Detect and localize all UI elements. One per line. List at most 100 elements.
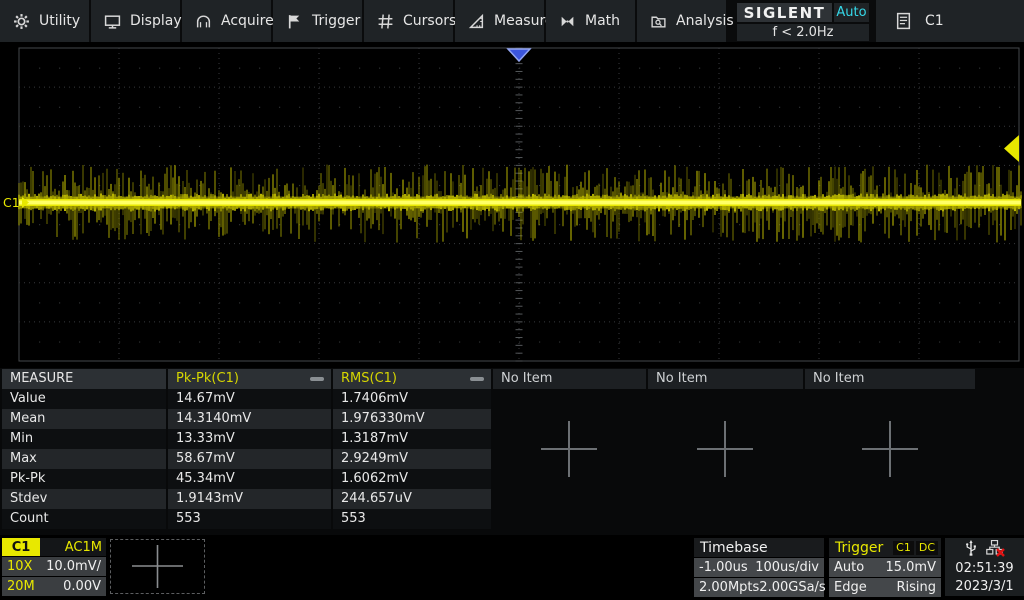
trigger-level: 15.0mV <box>885 560 936 575</box>
vertical-scale: 10.0mV/ <box>46 559 101 574</box>
menu-label: Measure <box>494 13 554 29</box>
menu-item-math[interactable]: Math <box>546 0 635 42</box>
measure-row-label: Value <box>2 389 166 409</box>
timebase-scale: 100us/div <box>755 560 819 575</box>
add-measurement-icon[interactable] <box>540 420 598 478</box>
measure-value-pkpk: 58.67mV <box>168 449 331 469</box>
measure-value-rms: 244.657uV <box>333 489 491 509</box>
brand-text: SIGLENT <box>744 4 826 22</box>
measure-row-label: Stdev <box>2 489 166 509</box>
timebase-delay: -1.00us <box>699 560 748 575</box>
menu-item-display[interactable]: Display <box>91 0 180 42</box>
add-measurement-icon[interactable] <box>861 420 919 478</box>
acquire-icon <box>195 13 212 30</box>
brand-logo: SIGLENT <box>737 3 832 22</box>
measure-panel: MEASURE Pk-Pk(C1) RMS(C1) No Item No Ite… <box>0 368 1024 535</box>
probe-attenuation: 10X <box>7 559 32 574</box>
remove-measurement-icon[interactable] <box>470 377 484 381</box>
menu-item-measure[interactable]: Measure <box>455 0 544 42</box>
menu-bar: Utility Display Acquire Trigger <box>0 0 1024 42</box>
trigger-slope: Rising <box>896 580 936 595</box>
measure-row-label: Mean <box>2 409 166 429</box>
measure-column-empty-1[interactable]: No Item <box>493 369 646 389</box>
trigger-position-marker[interactable] <box>508 49 530 61</box>
oscilloscope-screen: Utility Display Acquire Trigger <box>0 0 1024 600</box>
channel-badge: C1 <box>2 538 40 556</box>
gear-icon <box>13 13 30 30</box>
status-bar: C1 AC1M 10X 10.0mV/ 20M 0.00V Timebase <box>0 535 1024 600</box>
display-icon <box>104 13 121 30</box>
measure-value-pkpk: 13.33mV <box>168 429 331 449</box>
channel-descriptor-c1[interactable]: C1 AC1M 10X 10.0mV/ 20M 0.00V <box>2 538 106 596</box>
menu-label: Acquire <box>221 13 274 29</box>
cursors-icon <box>377 13 394 30</box>
trigger-coupling-badge: DC <box>916 541 938 555</box>
lan-disconnected-icon <box>986 540 1005 557</box>
clock-date: 2023/3/1 <box>955 580 1013 593</box>
menu-label: Trigger <box>312 13 360 29</box>
menu-item-utility[interactable]: Utility <box>0 0 89 42</box>
measure-value-pkpk: 1.9143mV <box>168 489 331 509</box>
trigger-source-badge: C1 <box>893 541 914 555</box>
measure-value-rms: 1.3187mV <box>333 429 491 449</box>
flag-icon <box>286 13 303 30</box>
measure-row-label: Pk-Pk <box>2 469 166 489</box>
c1-waveform-trace <box>19 165 1021 243</box>
trigger-level-marker[interactable] <box>1004 135 1019 162</box>
timebase-descriptor[interactable]: Timebase -1.00us 100us/div 2.00Mpts 2.00… <box>694 538 824 597</box>
measure-column-empty-2[interactable]: No Item <box>648 369 803 389</box>
measure-value-pkpk: 45.34mV <box>168 469 331 489</box>
measure-value-rms: 553 <box>333 509 491 529</box>
measure-value-pkpk: 14.67mV <box>168 389 331 409</box>
channel-select-button[interactable]: C1 <box>876 0 1024 42</box>
math-icon <box>559 13 576 30</box>
clock-time: 02:51:39 <box>955 562 1013 575</box>
measure-row-label: Count <box>2 509 166 529</box>
trigger-type: Edge <box>834 580 867 595</box>
bandwidth-limit: 20M <box>7 579 35 594</box>
add-measurement-icon[interactable] <box>696 420 754 478</box>
measure-column-rms[interactable]: RMS(C1) <box>333 369 491 389</box>
memory-depth: 2.00Mpts <box>699 580 759 595</box>
measure-row-label: Max <box>2 449 166 469</box>
menu-label: Analysis <box>676 13 734 29</box>
menu-label: Display <box>130 13 182 29</box>
menu-label: Cursors <box>403 13 456 29</box>
system-info-box: 02:51:39 2023/3/1 <box>945 538 1024 596</box>
trigger-descriptor[interactable]: Trigger C1 DC Auto 15.0mV Edge Rising <box>829 538 941 597</box>
measure-icon <box>468 13 485 30</box>
sample-rate: 2.00GSa/s <box>759 580 825 595</box>
measure-panel-title: MEASURE <box>2 369 166 389</box>
waveform-display[interactable]: C1 <box>0 42 1024 368</box>
measure-column-empty-3[interactable]: No Item <box>805 369 975 389</box>
analysis-icon <box>650 13 667 30</box>
measure-value-pkpk: 14.3140mV <box>168 409 331 429</box>
measure-column-pkpk[interactable]: Pk-Pk(C1) <box>168 369 331 389</box>
menu-item-cursors[interactable]: Cursors <box>364 0 453 42</box>
remove-measurement-icon[interactable] <box>310 377 324 381</box>
measure-value-rms: 2.9249mV <box>333 449 491 469</box>
acquisition-status-badge: Auto <box>834 3 869 22</box>
add-channel-plus-icon <box>111 540 204 593</box>
add-channel-button[interactable] <box>110 539 205 594</box>
measure-value-rms: 1.7406mV <box>333 389 491 409</box>
menu-item-trigger[interactable]: Trigger <box>273 0 362 42</box>
timebase-title: Timebase <box>700 540 768 556</box>
clipboard-icon <box>896 12 911 30</box>
vertical-offset: 0.00V <box>63 579 101 594</box>
measure-row-label: Min <box>2 429 166 449</box>
trigger-title: Trigger <box>835 540 883 556</box>
menu-item-analysis[interactable]: Analysis <box>637 0 726 42</box>
measure-column-label: RMS(C1) <box>341 371 397 386</box>
measure-value-pkpk: 553 <box>168 509 331 529</box>
menu-label: Math <box>585 13 620 29</box>
frequency-counter: f < 2.0Hz <box>737 24 869 41</box>
measure-column-label: Pk-Pk(C1) <box>176 371 239 386</box>
menu-label: Utility <box>39 13 80 29</box>
menu-item-acquire[interactable]: Acquire <box>182 0 271 42</box>
measure-value-rms: 1.6062mV <box>333 469 491 489</box>
channel-coupling: AC1M <box>65 540 106 555</box>
usb-icon <box>965 540 977 556</box>
channel-select-label: C1 <box>925 13 944 29</box>
channel-offset-label: C1 <box>3 195 20 210</box>
